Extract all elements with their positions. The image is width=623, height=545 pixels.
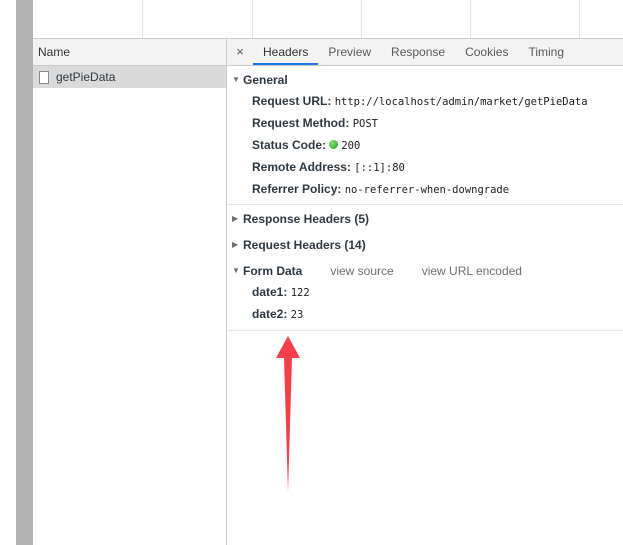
remote-address-row: Remote Address: [::1]:80 [227,156,623,178]
response-headers-toggle[interactable]: ▶ Response Headers (5) [227,209,623,229]
request-method-label: Request Method: [252,116,350,130]
response-headers-title: Response Headers (5) [243,212,370,226]
request-method-value: POST [352,118,378,130]
form-data-section: ▼ Form Data view source view URL encoded… [227,261,623,331]
general-section: ▼ General Request URL: http://localhost/… [227,70,623,205]
detail-tabs: × Headers Preview Response Cookies Timin… [227,39,623,66]
overview-gridline [361,0,362,38]
file-icon [39,70,49,84]
overview-gridline [470,0,471,38]
form-field-value: 23 [290,309,304,321]
form-field-value: 122 [290,287,310,299]
tab-cookies[interactable]: Cookies [455,39,518,65]
status-code-row: Status Code: 200 [227,134,623,156]
view-url-encoded-link[interactable]: view URL encoded [422,261,522,281]
general-toggle[interactable]: ▼ General [227,70,623,90]
remote-address-label: Remote Address: [252,160,351,174]
request-url-row: Request URL: http://localhost/admin/mark… [227,90,623,112]
referrer-policy-value: no-referrer-when-downgrade [344,184,510,196]
triangle-down-icon: ▼ [232,75,240,84]
triangle-right-icon: ▶ [232,240,239,249]
network-overview [33,0,623,39]
request-headers-toggle[interactable]: ▶ Request Headers (14) [227,235,623,255]
general-title: General [243,73,288,87]
request-name: getPieData [56,70,116,84]
status-code-value: 200 [341,140,361,152]
status-code-label: Status Code: [252,138,327,152]
referrer-policy-label: Referrer Policy: [252,182,342,196]
request-detail-panel: × Headers Preview Response Cookies Timin… [227,39,623,545]
triangle-right-icon: ▶ [232,214,239,223]
scroll-stripe [16,0,33,545]
status-ok-icon [329,140,339,150]
request-url-label: Request URL: [252,94,332,108]
request-row[interactable]: getPieData [33,66,226,88]
referrer-policy-row: Referrer Policy: no-referrer-when-downgr… [227,178,623,200]
form-data-toggle[interactable]: ▼ Form Data view source view URL encoded [227,261,623,281]
overview-gridline [252,0,253,38]
form-data-title: Form Data [243,264,303,278]
tab-response[interactable]: Response [381,39,455,65]
triangle-down-icon: ▼ [232,266,240,275]
close-icon[interactable]: × [227,39,253,65]
left-gutter [0,0,33,545]
form-field-label: date1: [252,285,288,299]
overview-gridline [579,0,580,38]
form-field-row: date1: 122 [227,281,623,303]
form-field-label: date2: [252,307,288,321]
view-source-link[interactable]: view source [330,261,393,281]
request-method-row: Request Method: POST [227,112,623,134]
request-headers-title: Request Headers (14) [243,238,366,252]
request-list: Name getPieData [33,39,227,545]
form-field-row: date2: 23 [227,303,623,325]
remote-address-value: [::1]:80 [354,162,405,174]
tab-timing[interactable]: Timing [518,39,574,65]
overview-gridline [142,0,143,38]
name-column-header[interactable]: Name [33,39,226,66]
tab-headers[interactable]: Headers [253,39,319,65]
request-url-value: http://localhost/admin/market/getPieData [334,96,588,108]
tab-preview[interactable]: Preview [318,39,381,65]
